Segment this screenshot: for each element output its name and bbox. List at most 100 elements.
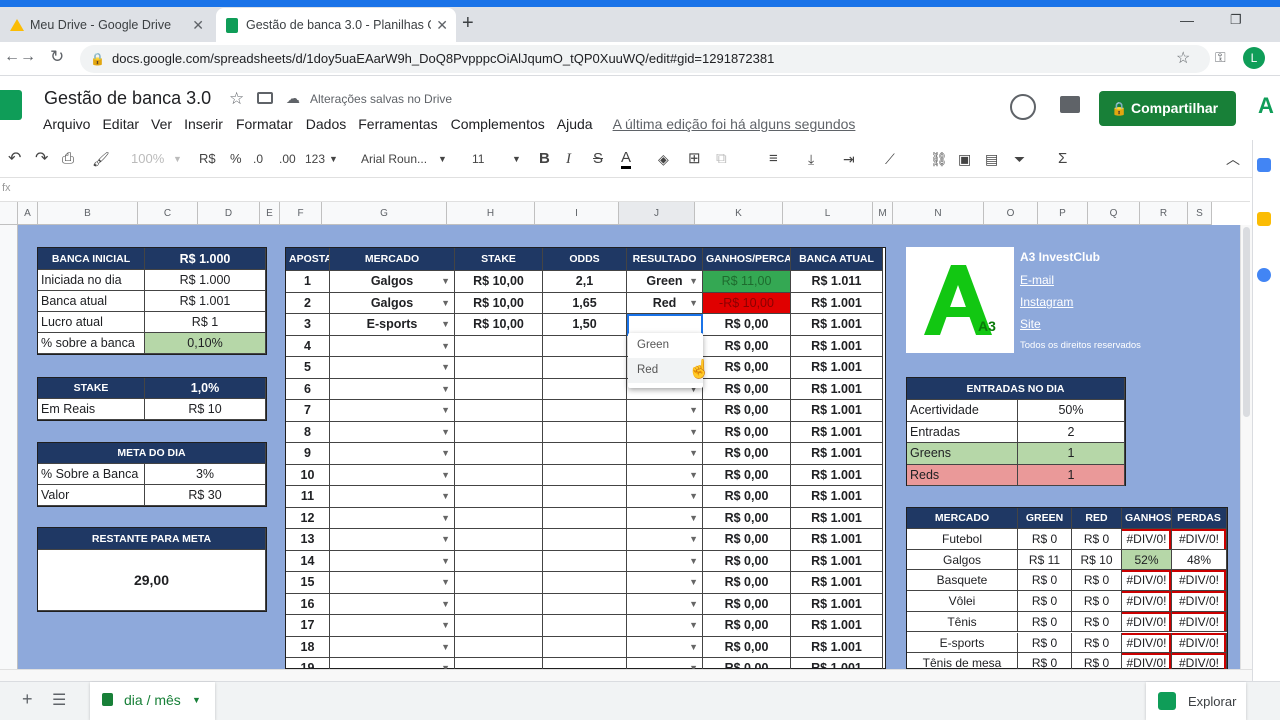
stake-cell[interactable] <box>455 658 543 669</box>
banca-value[interactable]: 0,10% <box>145 333 266 354</box>
stake-cell[interactable] <box>455 486 543 508</box>
odds-cell[interactable] <box>543 636 627 658</box>
mercados-cell[interactable]: R$ 0 <box>1072 611 1122 633</box>
mercado-select[interactable]: ▼ <box>330 529 455 551</box>
ganhos-cell[interactable]: R$ 0,00 <box>703 486 791 508</box>
aposta-number[interactable]: 17 <box>286 615 330 637</box>
minimize-icon[interactable]: — <box>1180 12 1194 28</box>
new-tab-icon[interactable]: + <box>462 12 474 35</box>
close-tab-icon[interactable]: ✕ <box>192 17 204 34</box>
fill-color-icon[interactable]: ◈ <box>658 149 669 169</box>
aposta-number[interactable]: 5 <box>286 357 330 379</box>
menu-ferramentas[interactable]: Ferramentas <box>358 116 437 132</box>
menu-ver[interactable]: Ver <box>151 116 172 132</box>
text-rotation-icon[interactable]: ⟋ <box>885 149 895 169</box>
mercados-cell[interactable]: #DIV/0! <box>1172 529 1227 550</box>
aposta-number[interactable]: 2 <box>286 292 330 314</box>
odds-cell[interactable] <box>543 550 627 572</box>
stake-cell[interactable] <box>455 443 543 465</box>
stake-cell[interactable]: R$ 10,00 <box>455 271 543 293</box>
percent-format-button[interactable]: % <box>230 149 242 169</box>
meta-value[interactable]: R$ 30 <box>145 485 266 506</box>
bold-icon[interactable]: B <box>539 149 550 169</box>
apostas-header-3[interactable]: ODDS <box>543 248 627 271</box>
mercado-select[interactable]: ▼ <box>330 486 455 508</box>
banca-atual-cell[interactable]: R$ 1.001 <box>791 357 883 379</box>
banca-atual-cell[interactable]: R$ 1.001 <box>791 335 883 357</box>
mercado-select[interactable]: ▼ <box>330 615 455 637</box>
ganhos-cell[interactable]: R$ 0,00 <box>703 507 791 529</box>
resultado-select[interactable]: ▼ <box>627 572 703 594</box>
banca-atual-cell[interactable]: R$ 1.001 <box>791 486 883 508</box>
mercados-cell[interactable]: R$ 11 <box>1018 549 1072 571</box>
aposta-number[interactable]: 6 <box>286 378 330 400</box>
entradas-value[interactable]: 50% <box>1018 400 1125 422</box>
mercados-cell[interactable]: #DIV/0! <box>1122 611 1172 633</box>
odds-cell[interactable] <box>543 486 627 508</box>
banca-atual-cell[interactable]: R$ 1.011 <box>791 271 883 293</box>
text-color-icon[interactable]: A <box>621 149 632 169</box>
scrollbar-thumb[interactable] <box>1243 227 1250 417</box>
url-field[interactable]: 🔒 docs.google.com/spreadsheets/d/1doy5ua… <box>80 45 1210 73</box>
mercados-header-1[interactable]: GREEN <box>1018 508 1072 529</box>
filter-icon[interactable]: ⏷ <box>1014 149 1025 169</box>
key-icon[interactable]: ⚿ <box>1215 49 1226 66</box>
mercado-select[interactable]: ▼ <box>330 464 455 486</box>
explore-button[interactable]: Explorar <box>1146 682 1246 720</box>
odds-cell[interactable] <box>543 421 627 443</box>
aposta-number[interactable]: 19 <box>286 658 330 669</box>
mercado-select[interactable]: ▼ <box>330 357 455 379</box>
ganhos-cell[interactable]: -R$ 10,00 <box>703 292 791 314</box>
mercados-cell[interactable]: Vôlei <box>907 591 1018 612</box>
stake-cell[interactable] <box>455 421 543 443</box>
entradas-label[interactable]: Entradas <box>907 421 1018 443</box>
currency-format-button[interactable]: R$ <box>199 149 216 169</box>
ganhos-cell[interactable]: R$ 0,00 <box>703 615 791 637</box>
mercados-cell[interactable]: R$ 0 <box>1018 529 1072 550</box>
banca-atual-cell[interactable]: R$ 1.001 <box>791 400 883 422</box>
ganhos-cell[interactable]: R$ 0,00 <box>703 593 791 615</box>
banca-label[interactable]: Banca atual <box>38 291 145 312</box>
mercados-cell[interactable]: Basquete <box>907 570 1018 592</box>
mercados-cell[interactable]: Tênis de mesa <box>907 653 1018 669</box>
aposta-number[interactable]: 10 <box>286 464 330 486</box>
chart-icon[interactable]: ▤ <box>985 149 998 169</box>
mercados-cell[interactable]: R$ 10 <box>1072 549 1122 571</box>
odds-cell[interactable] <box>543 572 627 594</box>
aposta-number[interactable]: 7 <box>286 400 330 422</box>
mercados-cell[interactable]: Tênis <box>907 611 1018 633</box>
entradas-label[interactable]: Greens <box>907 443 1018 465</box>
ganhos-cell[interactable]: R$ 0,00 <box>703 421 791 443</box>
odds-cell[interactable]: 1,50 <box>543 314 627 336</box>
browser-tab-sheets[interactable]: Gestão de banca 3.0 - Planilhas G ✕ <box>216 8 456 42</box>
resultado-select[interactable]: ▼ <box>627 443 703 465</box>
mercado-select[interactable]: ▼ <box>330 378 455 400</box>
resultado-select[interactable]: ▼ <box>627 507 703 529</box>
banca-atual-cell[interactable]: R$ 1.001 <box>791 550 883 572</box>
banca-header-label[interactable]: BANCA INICIAL <box>38 248 145 270</box>
meta-label[interactable]: % Sobre a Banca <box>38 464 145 485</box>
sheet-tab-dia-mes[interactable]: dia / mês ▼ <box>90 682 215 720</box>
mercados-cell[interactable]: R$ 0 <box>1018 591 1072 612</box>
mercados-cell[interactable]: R$ 0 <box>1018 570 1072 592</box>
mercado-select[interactable]: ▼ <box>330 400 455 422</box>
restante-header[interactable]: RESTANTE PARA META <box>38 528 266 550</box>
meta-label[interactable]: Valor <box>38 485 145 506</box>
calendar-icon[interactable] <box>1257 158 1271 172</box>
reload-icon[interactable]: ↻ <box>50 47 64 67</box>
mercados-cell[interactable]: R$ 0 <box>1072 653 1122 669</box>
back-icon[interactable]: ← <box>4 48 20 66</box>
banca-atual-cell[interactable]: R$ 1.001 <box>791 615 883 637</box>
entradas-value[interactable]: 1 <box>1018 443 1125 465</box>
mercados-cell[interactable]: Futebol <box>907 529 1018 550</box>
odds-cell[interactable] <box>543 658 627 669</box>
ganhos-cell[interactable]: R$ 0,00 <box>703 357 791 379</box>
dropdown-option-green[interactable]: Green <box>628 333 703 358</box>
add-sheet-icon[interactable]: + <box>22 689 33 710</box>
odds-cell[interactable] <box>543 335 627 357</box>
resultado-select[interactable]: ▼ <box>627 550 703 572</box>
apostas-header-4[interactable]: RESULTADO <box>627 248 703 271</box>
banca-atual-cell[interactable]: R$ 1.001 <box>791 658 883 669</box>
ganhos-cell[interactable]: R$ 0,00 <box>703 400 791 422</box>
mercados-header-0[interactable]: MERCADO <box>907 508 1018 529</box>
